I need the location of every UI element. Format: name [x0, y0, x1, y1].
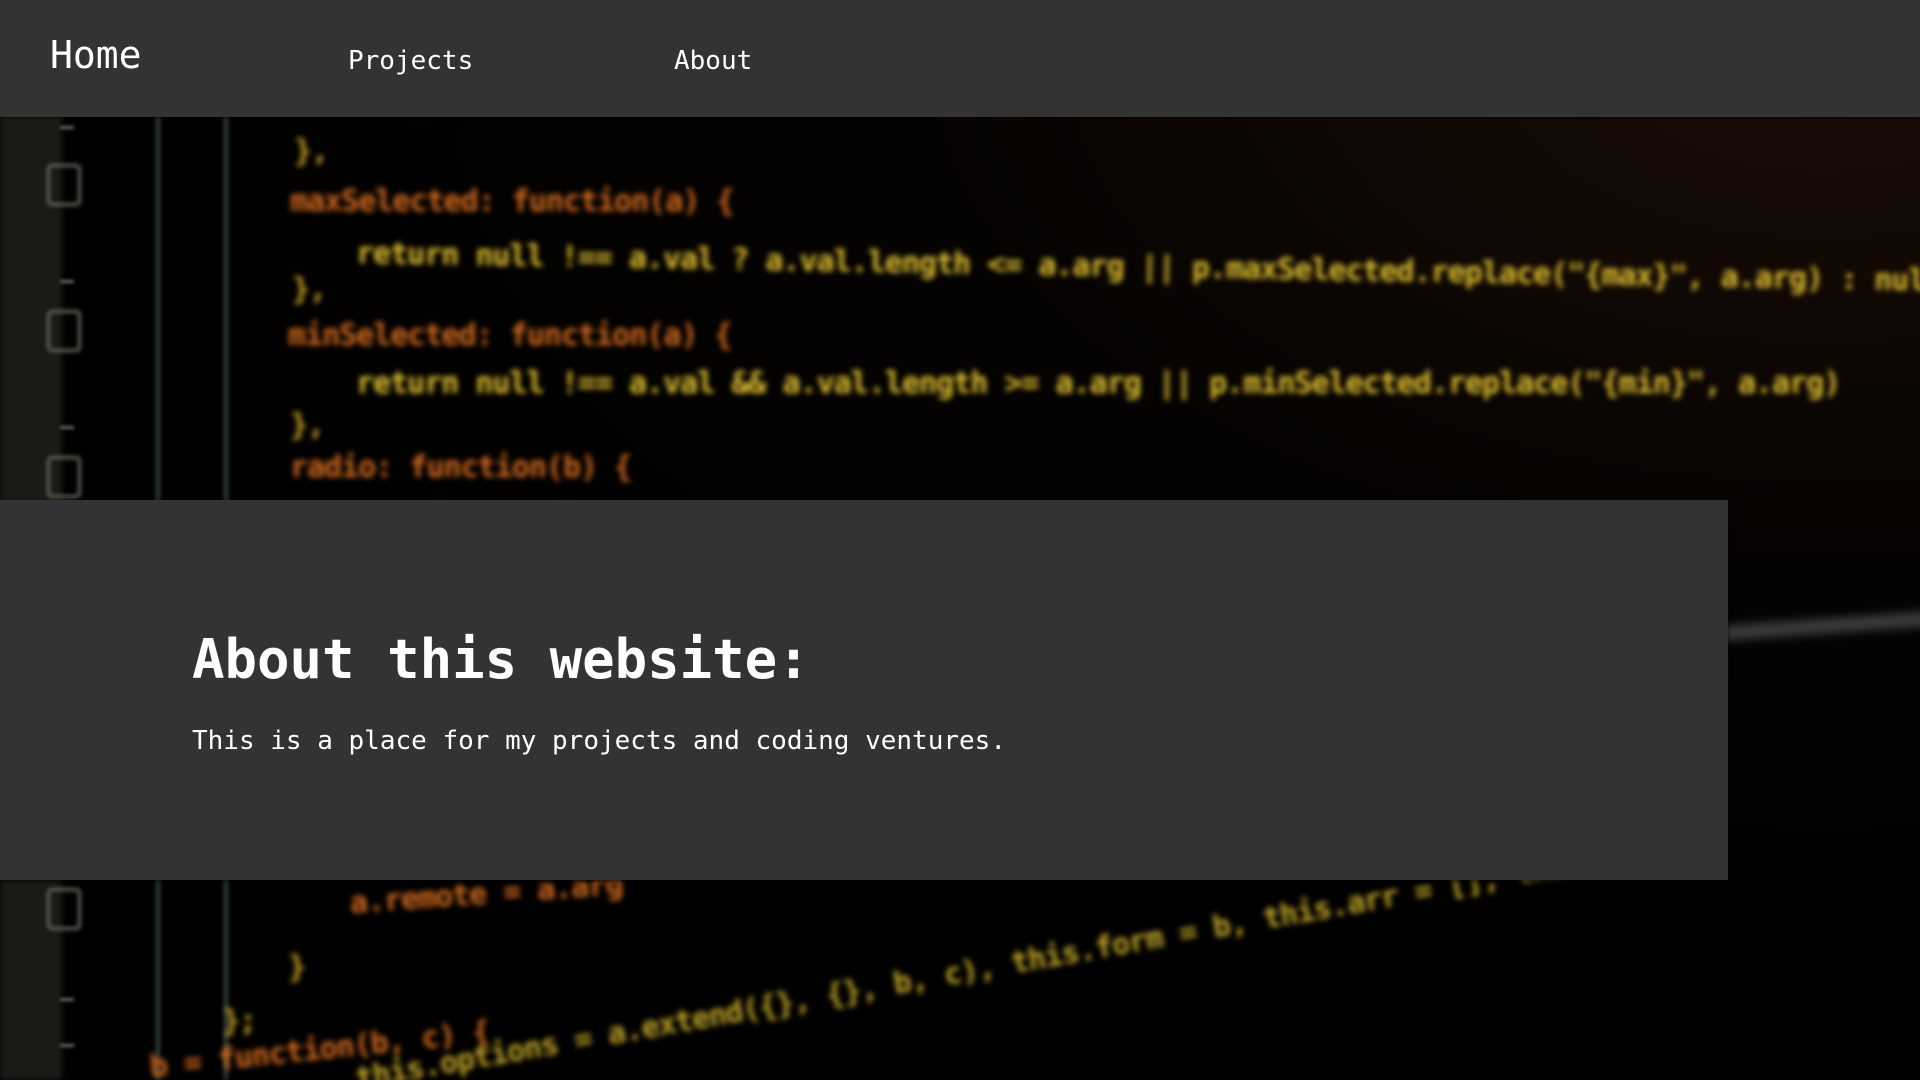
code-line: return null !== a.val ? a.val.length <= … [355, 236, 1920, 299]
nav-home-link[interactable]: Home [50, 33, 142, 77]
code-line: }, [292, 272, 327, 307]
nav-projects-link[interactable]: Projects [348, 46, 473, 76]
top-navigation-bar: Home Projects About [0, 0, 1920, 117]
code-line: minSelected: function(a) { [288, 318, 733, 353]
nav-about-link[interactable]: About [674, 46, 752, 76]
code-line: maxSelected: function(a) { [290, 184, 735, 219]
code-line: }; [222, 1004, 257, 1039]
code-line: } [288, 950, 306, 985]
code-line: }, [290, 408, 325, 443]
page: }, maxSelected: function(a) { return nul… [0, 0, 1920, 1080]
code-line: radio: function(b) { [290, 450, 632, 485]
about-section: About this website: This is a place for … [0, 500, 1728, 880]
about-heading: About this website: [192, 628, 810, 691]
code-line: }, [294, 134, 329, 169]
code-line: return null !== a.val && a.val.length >=… [356, 366, 1841, 401]
about-description: This is a place for my projects and codi… [192, 726, 1006, 756]
